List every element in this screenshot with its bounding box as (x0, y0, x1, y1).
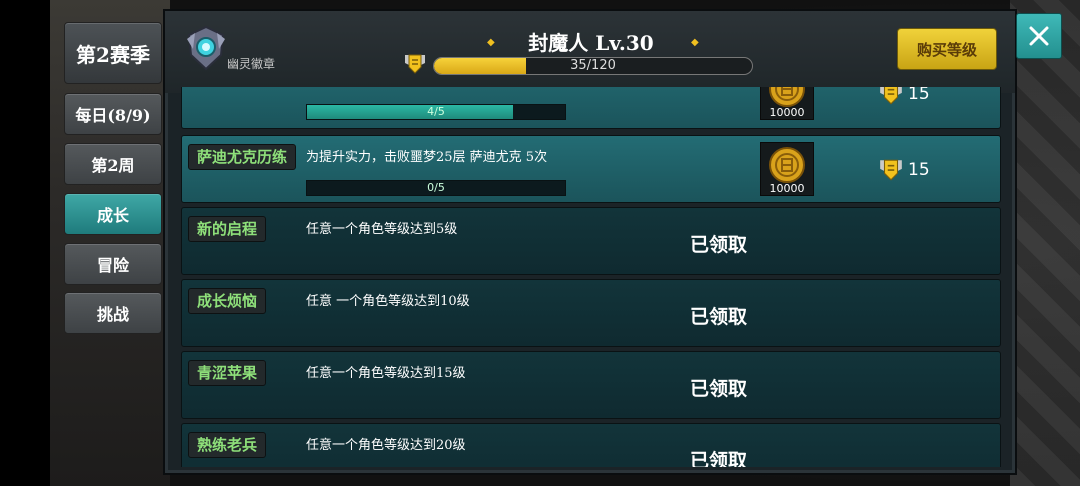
task-progress-text: 4/5 (427, 105, 445, 118)
task-description: 为提升实力，击败噩梦25层 萨迪尤克 5次 (306, 150, 548, 165)
coin-quantity: 10000 (769, 106, 805, 119)
tab-season[interactable]: 第2赛季 (64, 22, 162, 84)
task-description: 任意 一个角色等级达到10级 (306, 294, 470, 309)
rank-insignia-icon (880, 159, 902, 181)
task-name: 青涩苹果 (188, 360, 267, 386)
level-xp-text: 35/120 (570, 58, 616, 73)
tab-adventure[interactable]: 冒险 (64, 243, 162, 285)
task-row: 萨迪尤克历练 为提升实力，击败噩梦25层 萨迪尤克 5次 0/5 10000 1… (181, 135, 1001, 203)
game-screen: { "side_tabs": { "season": "第2赛季", "dail… (0, 0, 1080, 486)
emblem-label: 幽灵徽章 (227, 57, 276, 71)
task-row: 4/5 10000 15 (181, 87, 1001, 129)
letterbox-bar (0, 0, 50, 486)
ghost-badge-icon (187, 25, 225, 71)
task-row: 成长烦恼 任意 一个角色等级达到10级 已领取 (181, 279, 1001, 347)
task-row: 青涩苹果 任意一个角色等级达到15级 已领取 (181, 351, 1001, 419)
task-description: 任意一个角色等级达到5级 (306, 222, 458, 237)
xp-reward: 15 (878, 87, 930, 106)
task-progress-bar: 4/5 (306, 104, 566, 120)
title-ornament-right: ◆ (691, 37, 699, 48)
tab-challenge[interactable]: 挑战 (64, 292, 162, 334)
claimed-status: 已领取 (690, 378, 748, 400)
claimed-status: 已领取 (690, 234, 748, 256)
task-name: 萨迪尤克历练 (188, 144, 297, 170)
claimed-status: 已领取 (690, 306, 748, 328)
xp-reward-amount: 15 (908, 87, 930, 104)
task-description: 任意一个角色等级达到15级 (306, 366, 466, 381)
background-right (1010, 0, 1080, 486)
rank-insignia-icon (880, 87, 902, 105)
task-name: 成长烦恼 (188, 288, 267, 314)
close-icon (1029, 26, 1049, 46)
close-button[interactable] (1016, 13, 1062, 59)
level-title: 封魔人 Lv.30 (528, 31, 654, 55)
tab-daily[interactable]: 每日(8/9) (64, 93, 162, 135)
xp-reward: 15 (878, 158, 930, 182)
task-row: 熟练老兵 任意一个角色等级达到20级 已领取 (181, 423, 1001, 467)
task-name: 新的启程 (188, 216, 267, 242)
panel-header: 幽灵徽章 ◆ 封魔人 Lv.30 ◆ 35/120 购买等级 (165, 11, 1015, 93)
task-row: 新的启程 任意一个角色等级达到5级 已领取 (181, 207, 1001, 275)
tab-growth[interactable]: 成长 (64, 193, 162, 235)
task-progress-text: 0/5 (427, 181, 445, 194)
claimed-status: 已领取 (690, 450, 748, 467)
buy-level-button[interactable]: 购买等级 (897, 28, 997, 70)
gold-coin-reward[interactable]: 10000 (760, 142, 814, 196)
tab-week[interactable]: 第2周 (64, 143, 162, 185)
task-description: 任意一个角色等级达到20级 (306, 438, 466, 453)
rank-insignia-icon (405, 54, 425, 74)
gold-coin-reward[interactable]: 10000 (760, 87, 814, 120)
battle-pass-panel: 幽灵徽章 ◆ 封魔人 Lv.30 ◆ 35/120 购买等级 4/5 10000… (163, 9, 1017, 475)
xp-reward-amount: 15 (908, 160, 930, 180)
level-xp-bar: 35/120 (433, 57, 753, 75)
task-progress-bar: 0/5 (306, 180, 566, 196)
task-list[interactable]: 4/5 10000 15 萨迪尤克历练 为提升实力，击败噩梦25层 萨迪尤克 5… (181, 87, 1001, 467)
coin-quantity: 10000 (769, 182, 805, 195)
task-name: 熟练老兵 (188, 432, 267, 458)
